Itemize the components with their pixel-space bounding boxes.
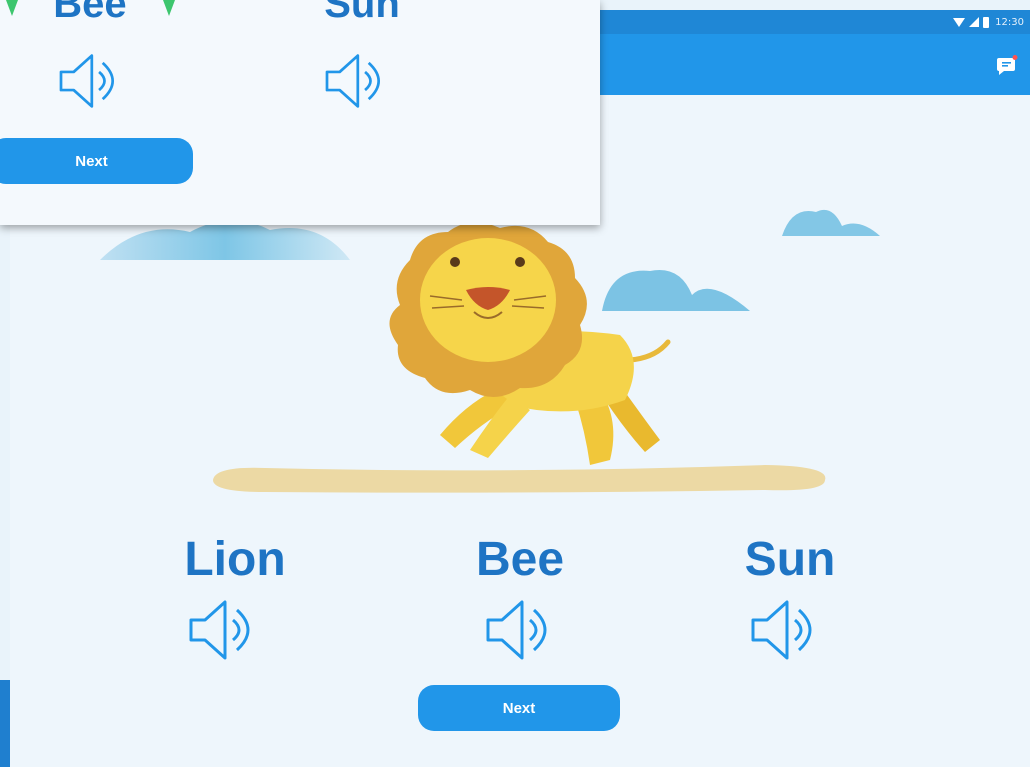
- battery-icon: [983, 16, 990, 28]
- speaker-icon[interactable]: [183, 598, 263, 662]
- status-time: 12:30: [995, 16, 1024, 28]
- bottom-edge: [0, 680, 10, 767]
- overlay-next-button[interactable]: Next: [0, 138, 193, 184]
- chat-notification-icon[interactable]: [996, 54, 1018, 76]
- next-button[interactable]: Next: [418, 685, 620, 731]
- wifi-icon: [953, 17, 966, 27]
- signal-icon: [969, 17, 980, 27]
- overlay-word-sun: Sun: [324, 0, 400, 26]
- speaker-icon[interactable]: [318, 52, 394, 110]
- status-icons: 12:30: [953, 14, 1024, 30]
- overlay-word-bee: Bee: [53, 0, 127, 26]
- speaker-icon[interactable]: [745, 598, 825, 662]
- word-lion: Lion: [184, 533, 286, 586]
- speaker-icon[interactable]: [52, 52, 128, 110]
- speaker-icon[interactable]: [480, 598, 560, 662]
- word-bee: Bee: [475, 533, 565, 586]
- cloud-right-small: [782, 209, 880, 236]
- lion-illustration: [389, 222, 671, 465]
- overlay-card: Bee Sun Next: [0, 0, 600, 225]
- word-sun: Sun: [744, 533, 836, 586]
